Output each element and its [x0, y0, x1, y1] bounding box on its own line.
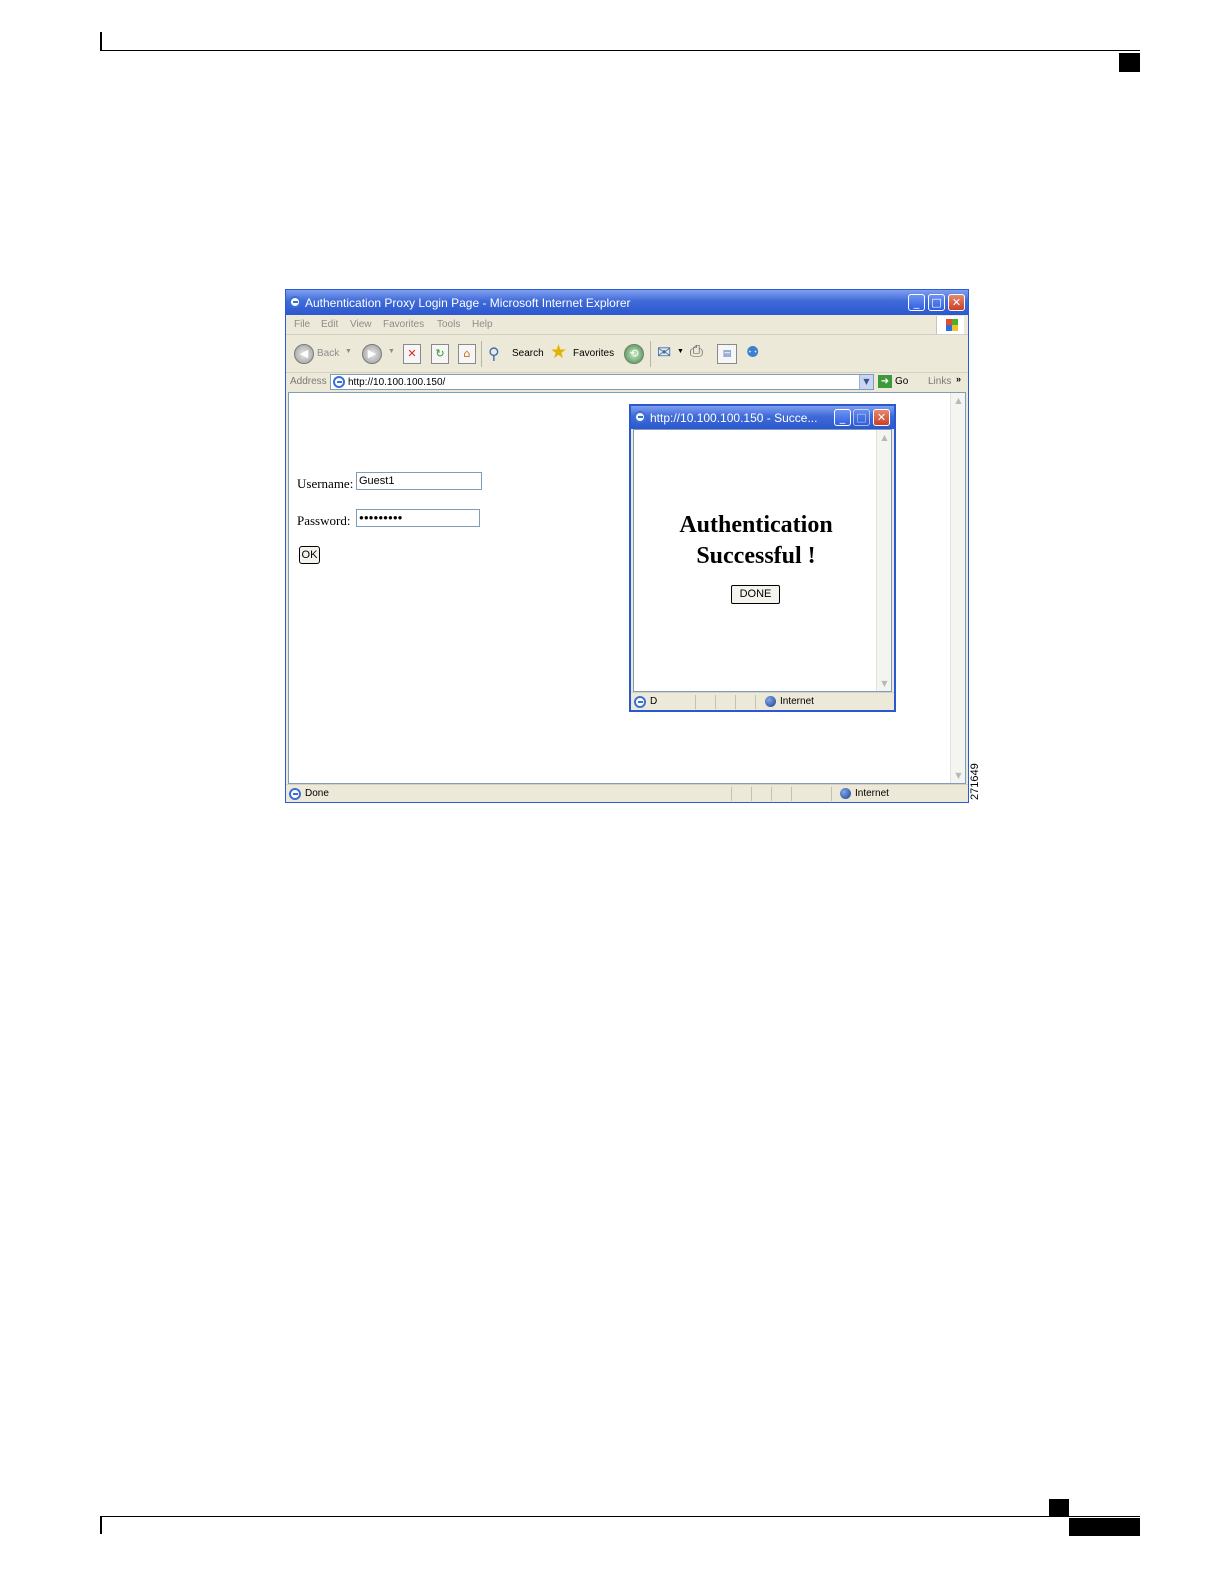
- username-label: Username:: [297, 476, 354, 491]
- go-arrow-icon: ➜: [878, 375, 892, 388]
- header-tick: [100, 32, 102, 50]
- popup-status-divider: [755, 695, 756, 709]
- main-titlebar[interactable]: Authentication Proxy Login Page - Micros…: [286, 290, 968, 315]
- popup-titlebar[interactable]: http://10.100.100.150 - Succe... _ □ ✕: [631, 406, 894, 429]
- back-dropdown-icon[interactable]: ▼: [345, 348, 352, 370]
- status-divider: [771, 787, 772, 801]
- minimize-button[interactable]: _: [908, 294, 925, 311]
- close-button[interactable]: ✕: [948, 294, 965, 311]
- ok-button[interactable]: OK: [299, 546, 320, 564]
- menu-file[interactable]: File: [294, 319, 310, 330]
- header-rule: [100, 50, 1140, 51]
- popup-close-button[interactable]: ✕: [873, 409, 890, 426]
- forward-dropdown-icon[interactable]: ▼: [388, 348, 395, 370]
- auth-success-message: Authentication Successful !: [634, 510, 878, 572]
- footer-tick: [100, 1517, 102, 1534]
- internet-zone-icon: [840, 788, 851, 799]
- address-dropdown-icon[interactable]: ▼: [859, 375, 873, 389]
- popup-minimize-button[interactable]: _: [834, 409, 851, 426]
- history-icon[interactable]: ⟲: [624, 344, 644, 364]
- address-input[interactable]: http://10.100.100.150/ ▼: [330, 374, 874, 390]
- popup-ie-logo-icon: [634, 411, 646, 423]
- popup-scroll-up-icon[interactable]: ▲: [878, 431, 891, 444]
- address-url: http://10.100.100.150/: [348, 377, 446, 388]
- standard-toolbar: ◀ Back ▼ ▶ ▼ ✕ ↻ ⌂ ⚲ Search ★ Favorites …: [286, 335, 968, 373]
- status-page-icon: [289, 788, 301, 800]
- back-button-label[interactable]: Back: [317, 348, 339, 370]
- success-popup-window: http://10.100.100.150 - Succe... _ □ ✕ A…: [629, 404, 896, 712]
- username-input[interactable]: Guest1: [356, 472, 482, 490]
- popup-status-bar: D Internet: [631, 692, 894, 710]
- header-block: [1119, 53, 1140, 72]
- popup-maximize-button[interactable]: □: [853, 409, 870, 426]
- status-divider: [831, 787, 832, 801]
- scroll-up-icon[interactable]: ▲: [952, 394, 965, 407]
- main-vertical-scrollbar[interactable]: ▲ ▼: [950, 393, 965, 783]
- status-divider: [751, 787, 752, 801]
- menu-help[interactable]: Help: [472, 319, 493, 330]
- favorites-star-icon[interactable]: ★: [550, 341, 567, 363]
- print-icon[interactable]: ⎙: [690, 343, 703, 365]
- popup-vertical-scrollbar[interactable]: ▲ ▼: [876, 430, 891, 691]
- done-button[interactable]: DONE: [731, 585, 780, 604]
- menu-tools[interactable]: Tools: [437, 319, 460, 330]
- footer-rule: [100, 1516, 1140, 1517]
- links-label: Links: [928, 376, 952, 387]
- links-chevron-icon[interactable]: »: [956, 374, 961, 384]
- figure-number: 271649: [969, 763, 981, 800]
- page-icon: [333, 376, 345, 388]
- status-divider: [731, 787, 732, 801]
- edit-icon[interactable]: ▤: [717, 344, 737, 364]
- popup-status-divider: [735, 695, 736, 709]
- maximize-button[interactable]: □: [928, 294, 945, 311]
- address-bar: Address http://10.100.100.150/ ▼ ➜ Go Lin…: [286, 373, 968, 391]
- footer-square: [1049, 1499, 1069, 1516]
- messenger-icon[interactable]: ⚉: [746, 343, 759, 365]
- popup-internet-zone-icon: [765, 696, 776, 707]
- popup-status-divider: [715, 695, 716, 709]
- main-status-text: Done: [305, 788, 329, 799]
- popup-status-divider: [695, 695, 696, 709]
- password-label: Password:: [297, 513, 351, 528]
- windows-flag-icon: [936, 316, 964, 334]
- mail-dropdown-icon[interactable]: ▼: [677, 348, 684, 370]
- menu-edit[interactable]: Edit: [321, 319, 338, 330]
- links-button[interactable]: Links »: [928, 374, 961, 387]
- search-icon[interactable]: ⚲: [488, 344, 500, 366]
- success-line-2: Successful !: [696, 543, 816, 569]
- popup-status-text: D: [650, 696, 658, 707]
- scroll-down-icon[interactable]: ▼: [952, 769, 965, 782]
- main-window-title: Authentication Proxy Login Page - Micros…: [305, 296, 631, 310]
- toolbar-separator: [481, 341, 482, 367]
- main-status-bar: Done Internet: [286, 784, 968, 802]
- go-button-label: Go: [895, 376, 909, 388]
- menu-bar: File Edit View Favorites Tools Help: [286, 315, 968, 335]
- favorites-button-label[interactable]: Favorites: [573, 348, 614, 370]
- ie-logo-icon: [289, 296, 301, 308]
- home-icon[interactable]: ⌂: [458, 344, 476, 364]
- footer-bar: [1069, 1518, 1140, 1536]
- forward-arrow-icon[interactable]: ▶: [362, 344, 382, 364]
- document-page: Authentication Proxy Login Page - Micros…: [0, 0, 1224, 1584]
- search-button-label[interactable]: Search: [512, 348, 544, 370]
- toolbar-separator: [650, 341, 651, 367]
- back-arrow-icon[interactable]: ◀: [294, 344, 314, 364]
- popup-content-area: Authentication Successful ! DONE ▲ ▼: [633, 429, 892, 692]
- popup-zone-text: Internet: [780, 696, 814, 707]
- main-zone-text: Internet: [855, 788, 889, 799]
- menu-favorites[interactable]: Favorites: [383, 319, 424, 330]
- go-button[interactable]: ➜ Go: [878, 375, 908, 388]
- refresh-icon[interactable]: ↻: [431, 344, 449, 364]
- success-line-1: Authentication: [679, 512, 833, 538]
- popup-scroll-down-icon[interactable]: ▼: [878, 677, 891, 690]
- address-label: Address: [290, 376, 327, 387]
- mail-icon[interactable]: ✉: [657, 343, 671, 365]
- popup-window-title: http://10.100.100.150 - Succe...: [650, 411, 818, 425]
- password-input[interactable]: ●●●●●●●●●: [356, 509, 480, 527]
- popup-status-page-icon: [634, 696, 646, 708]
- status-divider: [791, 787, 792, 801]
- menu-view[interactable]: View: [350, 319, 372, 330]
- stop-icon[interactable]: ✕: [403, 344, 421, 364]
